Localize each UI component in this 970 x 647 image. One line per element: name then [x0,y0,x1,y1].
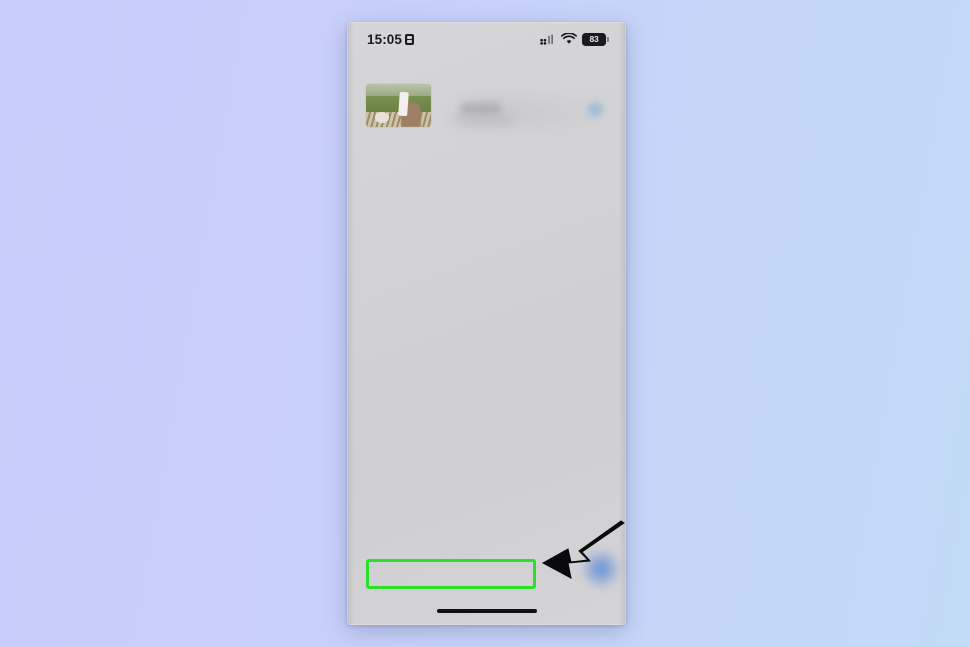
wifi-icon [561,33,577,44]
home-indicator[interactable] [436,608,537,613]
status-time: 15:05 [367,31,403,47]
battery-level: 83 [589,34,599,44]
status-bar-right: 83 [540,32,609,46]
photo-thumbnail [366,84,431,127]
pointer-arrow-icon [538,518,630,590]
battery-indicator: 83 [582,32,609,46]
screen-record-icon [405,33,415,45]
file-subtitle-blurred [453,116,513,123]
file-row [347,60,626,128]
file-row-trailing-blurred [588,102,603,117]
status-bar-left: 15:05 [367,31,415,47]
status-bar: 15:05 83 [347,22,626,56]
file-title-blurred [460,104,502,114]
cellular-signal-icon [540,33,553,45]
